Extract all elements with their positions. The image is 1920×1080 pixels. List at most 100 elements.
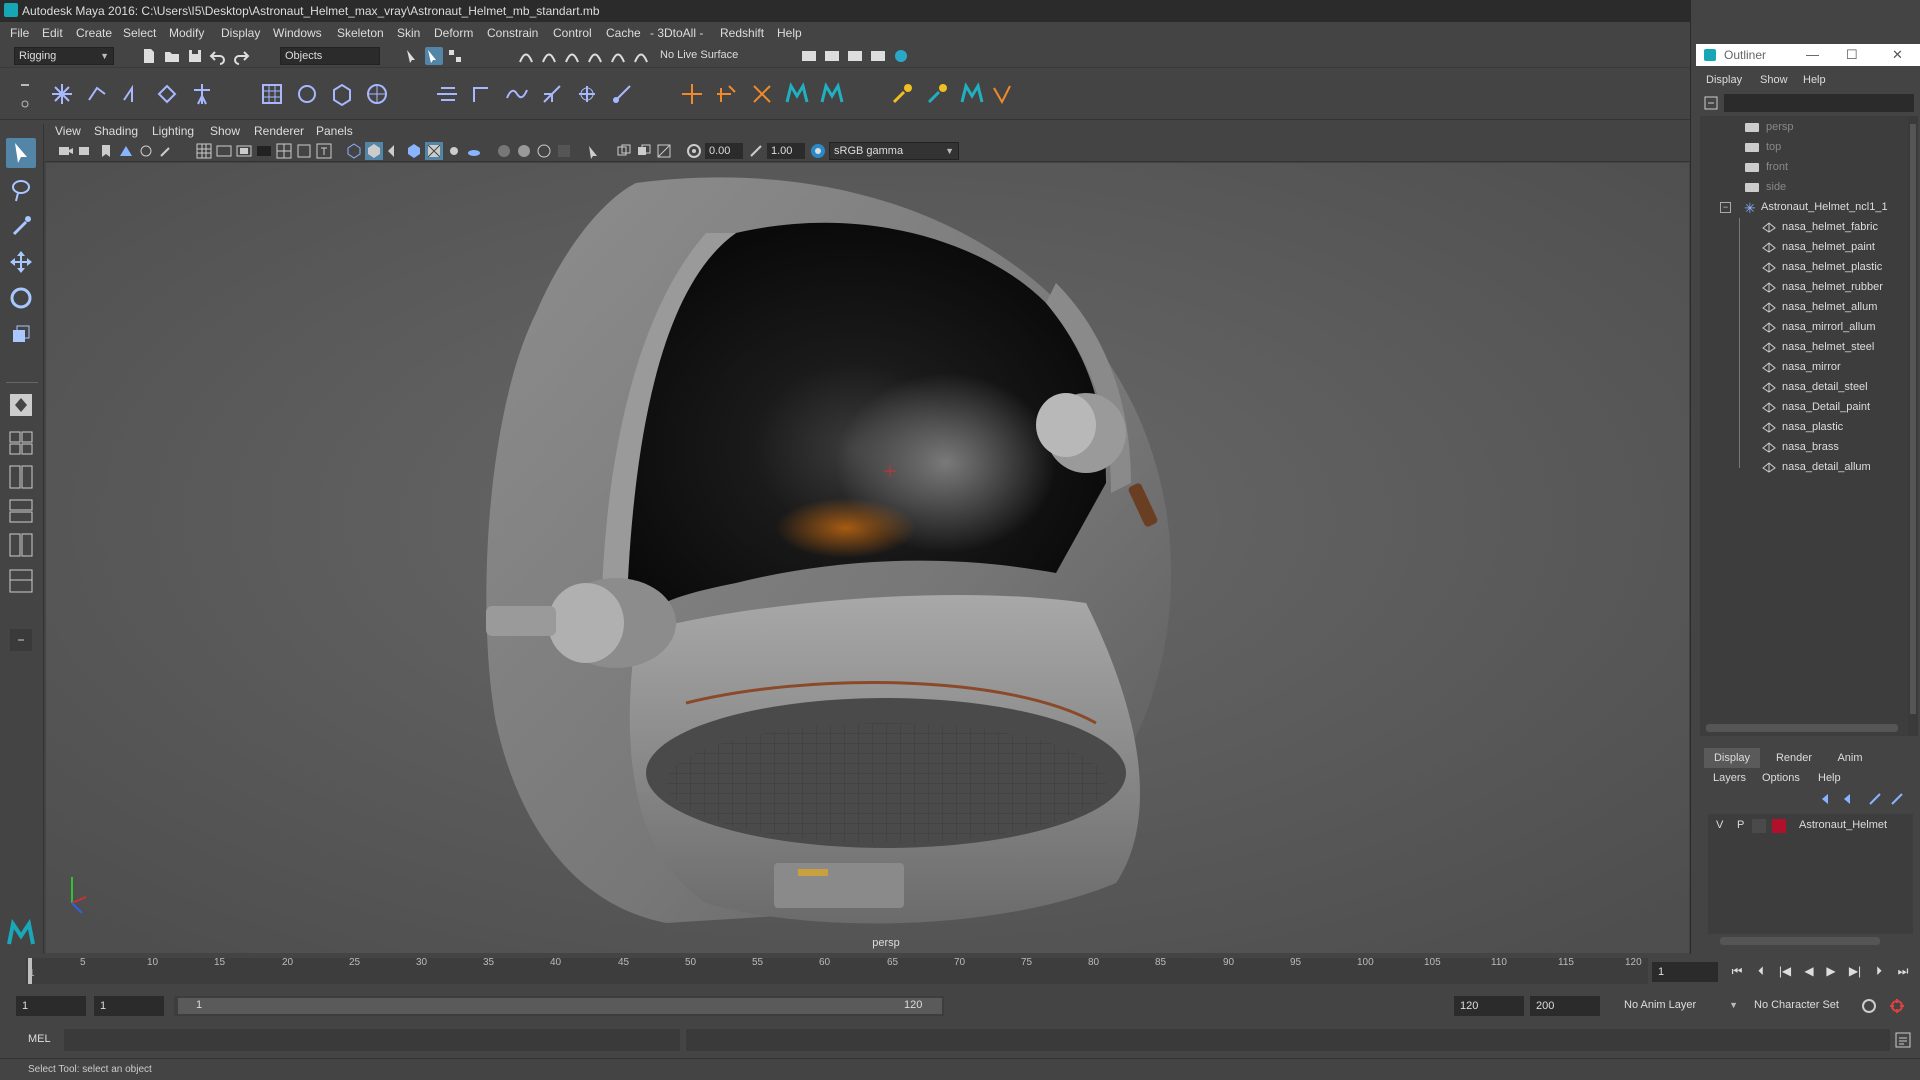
paint-select-tool-icon[interactable] bbox=[6, 210, 36, 240]
multisample-aa-icon[interactable] bbox=[535, 142, 553, 160]
grid-toggle-icon[interactable] bbox=[195, 142, 213, 160]
outliner-menu-help[interactable]: Help bbox=[1803, 74, 1826, 86]
playback-start-field[interactable]: 1 bbox=[94, 996, 164, 1016]
layer-menu-layers[interactable]: Layers bbox=[1713, 772, 1746, 784]
move-tool-icon[interactable] bbox=[6, 247, 36, 277]
playback-end-field[interactable]: 120 bbox=[1454, 996, 1524, 1016]
select-camera-icon[interactable] bbox=[57, 142, 75, 160]
outliner-item-persp[interactable]: persp bbox=[1700, 118, 1905, 138]
resolution-gate-icon[interactable] bbox=[235, 142, 253, 160]
gamma-icon[interactable] bbox=[747, 142, 765, 160]
grease-pencil-icon[interactable] bbox=[157, 142, 175, 160]
outliner-filter-icon[interactable] bbox=[1704, 96, 1718, 110]
shadows-icon[interactable] bbox=[465, 142, 483, 160]
outliner-minimize-button[interactable]: — bbox=[1806, 47, 1819, 62]
select-component-icon[interactable] bbox=[446, 47, 464, 65]
panel-menu-renderer[interactable]: Renderer bbox=[254, 124, 304, 138]
film-gate-icon[interactable] bbox=[215, 142, 233, 160]
ik-handle-icon[interactable] bbox=[83, 80, 111, 108]
layer-reference-toggle[interactable] bbox=[1752, 819, 1766, 833]
time-slider-track[interactable] bbox=[26, 958, 1648, 984]
outliner-vertical-scrollbar[interactable] bbox=[1908, 116, 1918, 736]
snap-view-plane-icon[interactable] bbox=[586, 47, 604, 65]
layer-horizontal-scrollbar[interactable] bbox=[1720, 937, 1880, 945]
save-scene-icon[interactable] bbox=[186, 47, 204, 65]
range-slider-handle[interactable] bbox=[178, 998, 942, 1014]
safe-action-icon[interactable] bbox=[295, 142, 313, 160]
bind-skin-icon[interactable] bbox=[153, 80, 181, 108]
new-layer-icon[interactable] bbox=[1868, 792, 1884, 806]
outliner-item-mesh[interactable]: nasa_helmet_allum bbox=[1700, 298, 1905, 318]
camera-attributes-icon[interactable] bbox=[77, 142, 95, 160]
exposure-field[interactable]: 0.00 bbox=[705, 143, 743, 159]
animation-end-field[interactable]: 200 bbox=[1530, 996, 1600, 1016]
persp-outliner-layout-icon[interactable] bbox=[6, 462, 36, 492]
textured-icon[interactable] bbox=[425, 142, 443, 160]
anim-layer-dropdown[interactable]: No Anim Layer ▼ bbox=[1620, 996, 1742, 1016]
go-to-end-icon[interactable]: ⏭ bbox=[1894, 962, 1912, 980]
ik-spline-icon[interactable] bbox=[118, 80, 146, 108]
lattice-icon[interactable] bbox=[258, 80, 286, 108]
outliner-search-input[interactable] bbox=[1724, 94, 1914, 112]
layer-menu-options[interactable]: Options bbox=[1762, 772, 1800, 784]
persp-graph-layout-icon[interactable] bbox=[6, 496, 36, 526]
blend-shape-icon[interactable] bbox=[328, 80, 356, 108]
default-material-icon[interactable] bbox=[385, 142, 403, 160]
ipr-render-icon[interactable] bbox=[846, 47, 864, 65]
wave-deformer-icon[interactable] bbox=[608, 80, 636, 108]
wireframe-icon[interactable] bbox=[345, 142, 363, 160]
step-back-key-icon[interactable]: ⏴ bbox=[1752, 962, 1770, 980]
layer-visibility-toggle[interactable]: V bbox=[1716, 819, 1723, 831]
step-forward-frame-icon[interactable]: ▶| bbox=[1846, 962, 1864, 980]
layer-tab-anim[interactable]: Anim bbox=[1822, 748, 1878, 768]
panel-menu-shading[interactable]: Shading bbox=[94, 124, 138, 138]
outliner-item-mesh[interactable]: nasa_helmet_steel bbox=[1700, 338, 1905, 358]
outliner-scroll-thumb[interactable] bbox=[1910, 124, 1916, 714]
move-layer-down-icon[interactable] bbox=[1842, 792, 1858, 806]
isolate-select-icon[interactable] bbox=[585, 142, 603, 160]
menu-display[interactable]: Display bbox=[221, 26, 260, 40]
four-view-layout-icon[interactable] bbox=[6, 428, 36, 458]
outliner-item-mesh[interactable]: nasa_detail_steel bbox=[1700, 378, 1905, 398]
step-forward-key-icon[interactable]: ⏵ bbox=[1870, 962, 1888, 980]
outliner-item-mesh[interactable]: nasa_helmet_plastic bbox=[1700, 258, 1905, 278]
wireframe-on-shaded-icon[interactable] bbox=[405, 142, 423, 160]
menu-select[interactable]: Select bbox=[123, 26, 156, 40]
xray-active-components-icon[interactable] bbox=[635, 142, 653, 160]
layer-tab-display[interactable]: Display bbox=[1704, 748, 1760, 768]
menu-3dtoall[interactable]: - 3DtoAll - bbox=[650, 26, 703, 40]
parent-constraint-icon[interactable] bbox=[748, 80, 776, 108]
outliner-item-side[interactable]: side bbox=[1700, 178, 1905, 198]
point-constraint-icon[interactable] bbox=[783, 80, 811, 108]
menu-constrain[interactable]: Constrain bbox=[487, 26, 538, 40]
humanik-icon[interactable] bbox=[188, 80, 216, 108]
paint-weights-icon[interactable] bbox=[888, 80, 916, 108]
select-tool-icon[interactable] bbox=[6, 138, 36, 168]
menu-windows[interactable]: Windows bbox=[273, 26, 322, 40]
menuset-dropdown[interactable]: Rigging ▼ bbox=[14, 47, 114, 65]
menu-help[interactable]: Help bbox=[777, 26, 802, 40]
selection-mode-dropdown[interactable]: Objects bbox=[280, 47, 380, 65]
bookmark-icon[interactable] bbox=[97, 142, 115, 160]
outliner-item-mesh[interactable]: nasa_mirrorl_allum bbox=[1700, 318, 1905, 338]
menu-modify[interactable]: Modify bbox=[169, 26, 204, 40]
xray-icon[interactable] bbox=[615, 142, 633, 160]
command-language-toggle[interactable]: MEL bbox=[28, 1033, 51, 1045]
outliner-item-mesh[interactable]: nasa_helmet_paint bbox=[1700, 238, 1905, 258]
depth-of-field-icon[interactable] bbox=[555, 142, 573, 160]
use-all-lights-icon[interactable] bbox=[445, 142, 463, 160]
maya-logo-icon[interactable] bbox=[958, 80, 986, 108]
range-slider[interactable]: 1 120 bbox=[174, 996, 944, 1016]
scale-tool-icon[interactable] bbox=[6, 319, 36, 349]
exposure-icon[interactable] bbox=[685, 142, 703, 160]
twist-deformer-icon[interactable] bbox=[573, 80, 601, 108]
outliner-item-mesh[interactable]: nasa_plastic bbox=[1700, 418, 1905, 438]
lasso-tool-icon[interactable] bbox=[6, 175, 36, 205]
current-frame-field[interactable]: 1 bbox=[1652, 962, 1718, 982]
shelf-menu-icon[interactable] bbox=[20, 80, 30, 110]
script-editor-layout-icon[interactable] bbox=[6, 566, 36, 596]
menu-skin[interactable]: Skin bbox=[397, 26, 420, 40]
move-layer-up-icon[interactable] bbox=[1820, 792, 1836, 806]
hypershade-layout-icon[interactable] bbox=[6, 530, 36, 560]
collapse-icon[interactable]: − bbox=[1720, 202, 1731, 213]
